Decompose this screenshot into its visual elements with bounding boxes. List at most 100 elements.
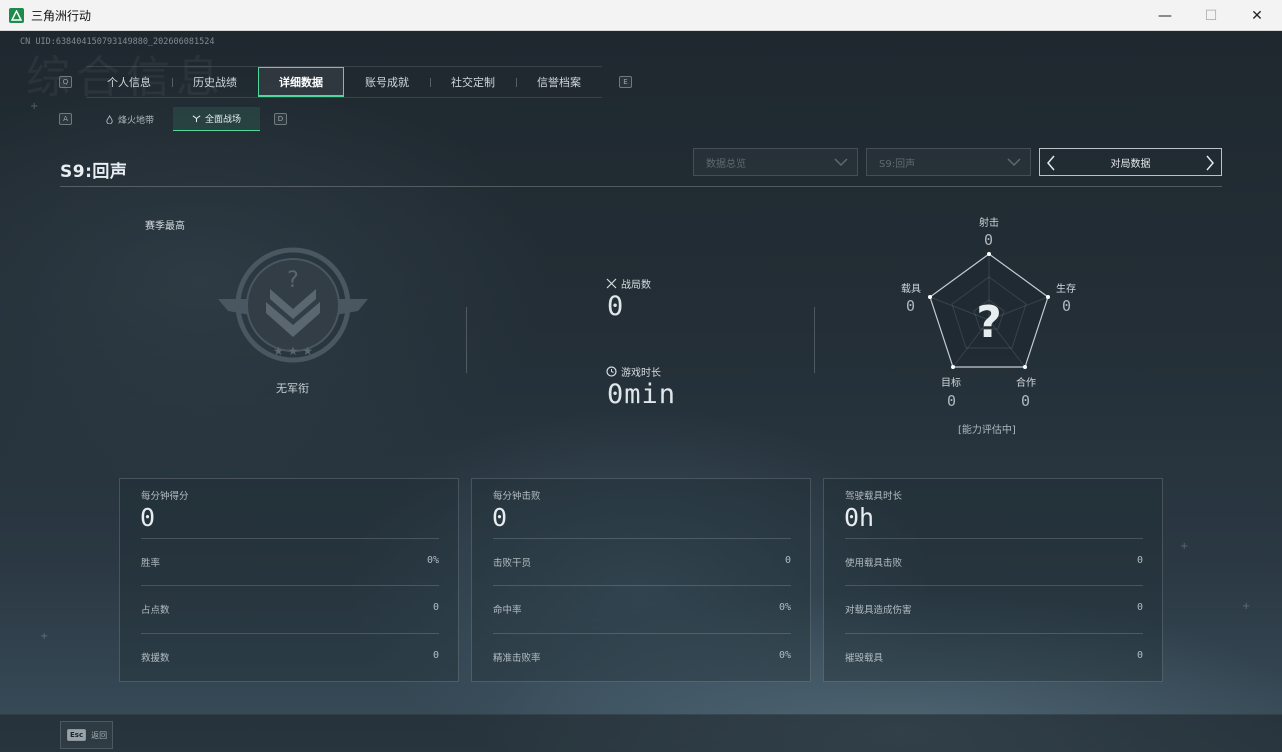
- rank-name: 无军衔: [276, 382, 309, 395]
- stat-value: 0: [1136, 650, 1143, 661]
- stat-row: 占点数 0: [141, 585, 439, 632]
- window-title: 三角洲行动: [31, 9, 92, 23]
- chevron-down-icon: [1007, 158, 1021, 167]
- stat-label: 占点数: [141, 605, 170, 616]
- divider: [466, 307, 467, 373]
- stat-value: 0%: [778, 650, 791, 661]
- radar-axis-label: 射击: [979, 218, 999, 229]
- crosshair-icon: [192, 115, 201, 123]
- key-hint-prev-subtab: A: [59, 113, 72, 125]
- stat-value: 0%: [778, 602, 791, 613]
- season-dropdown[interactable]: S9:回声: [866, 148, 1031, 176]
- rank-emblem-icon: ? ★ ★ ★: [218, 247, 368, 363]
- game-viewport: 综合信息 CN UID:6384041507931498​80_20260608…: [0, 31, 1282, 752]
- stat-row: 胜率 0%: [141, 538, 439, 585]
- svg-text:?: ?: [287, 268, 299, 293]
- maximize-button[interactable]: ☐: [1188, 0, 1234, 31]
- subtab-label: 全面战场: [204, 115, 241, 125]
- stat-row: 救援数 0: [141, 633, 439, 680]
- stat-value: 0: [1136, 555, 1143, 566]
- stat-value: 0: [784, 555, 791, 566]
- panel-title: 每分钟击败: [493, 491, 541, 502]
- stat-value: 0: [1136, 602, 1143, 613]
- stat-label: 精准击败率: [493, 653, 541, 664]
- app-logo-icon: [9, 8, 24, 23]
- key-hint-next-tab: E: [619, 76, 632, 88]
- dropdown-value: S9:回声: [879, 158, 916, 170]
- tab-match-history[interactable]: 历史战绩: [172, 67, 258, 97]
- panel-title: 驾驶载具时长: [845, 491, 903, 502]
- matches-label: 战局数: [621, 280, 651, 291]
- divider: [60, 186, 1222, 187]
- season-best-heading: 赛季最高: [145, 221, 185, 232]
- score-stats-panel: 每分钟得分 0 胜率 0% 占点数 0 救援数 0: [119, 478, 459, 682]
- stat-row: 精准击败率 0%: [493, 633, 791, 680]
- bottom-bar: Esc 返回: [0, 714, 1282, 752]
- vehicle-stats-panel: 驾驶载具时长 0h 使用载具击败 0 对载具造成伤害 0 摧毁载具 0: [823, 478, 1163, 682]
- subtab-label: 烽火地带: [117, 115, 154, 126]
- stat-row: 摧毁载具 0: [845, 633, 1143, 680]
- season-title: S9:回声: [60, 162, 128, 182]
- stat-row: 对载具造成伤害 0: [845, 585, 1143, 632]
- combat-stats-panel: 每分钟击败 0 击败干员 0 命中率 0% 精准击败率 0%: [471, 478, 811, 682]
- chevron-left-icon[interactable]: [1046, 155, 1056, 171]
- radar-axis-value: 0: [947, 392, 957, 410]
- tab-detailed-data[interactable]: 详细数据: [258, 67, 344, 97]
- key-hint-prev-tab: Q: [59, 76, 72, 88]
- chevron-down-icon: [834, 158, 848, 167]
- minimize-button[interactable]: —: [1142, 0, 1188, 31]
- decor-cross-icon: +: [30, 101, 39, 112]
- radar-axis-value: 0: [984, 231, 994, 249]
- tab-credit-record[interactable]: 信誉档案: [516, 67, 602, 97]
- radar-axis-label: 生存: [1056, 284, 1076, 295]
- back-button[interactable]: Esc 返回: [60, 721, 113, 749]
- matches-value: 0: [607, 291, 625, 322]
- stat-label: 救援数: [141, 653, 170, 664]
- stat-label: 使用载具击败: [845, 558, 903, 569]
- matches-stat-label: 战局数: [606, 276, 651, 291]
- stat-label: 摧毁载具: [845, 653, 884, 664]
- playtime-stat-label: 游戏时长: [606, 364, 661, 379]
- stat-row: 命中率 0%: [493, 585, 791, 632]
- match-data-selector: 对局数据: [1039, 148, 1222, 176]
- decor-cross-icon: +: [1242, 601, 1251, 612]
- panel-title: 每分钟得分: [141, 491, 189, 502]
- subtab-full-battlefield[interactable]: 全面战场: [173, 107, 260, 131]
- stat-label: 命中率: [493, 605, 522, 616]
- tab-personal-info[interactable]: 个人信息: [86, 67, 172, 97]
- playtime-label: 游戏时长: [621, 368, 661, 379]
- playtime-value: 0min: [607, 379, 677, 410]
- radar-status: [能力评估中]: [958, 425, 1016, 436]
- decor-cross-icon: +: [40, 631, 49, 642]
- back-label: 返回: [91, 730, 108, 740]
- stat-label: 击败干员: [493, 558, 532, 569]
- tab-achievements[interactable]: 账号成就: [344, 67, 430, 97]
- tab-social[interactable]: 社交定制: [430, 67, 516, 97]
- radar-axis-value: 0: [906, 297, 916, 315]
- clock-icon: [606, 366, 617, 377]
- radar-axis-value: 0: [1062, 297, 1072, 315]
- dropdown-value: 数据总览: [706, 158, 746, 170]
- window-titlebar: 三角洲行动 — ☐ ✕: [0, 0, 1282, 31]
- panel-main-value: 0: [140, 503, 156, 532]
- main-tabs: 个人信息 历史战绩 详细数据 账号成就 社交定制 信誉档案: [86, 66, 602, 98]
- panel-main-value: 0: [492, 503, 508, 532]
- stat-row: 击败干员 0: [493, 538, 791, 585]
- data-overview-dropdown[interactable]: 数据总览: [693, 148, 858, 176]
- stat-label: 对载具造成伤害: [845, 605, 912, 616]
- flame-icon: [106, 114, 113, 124]
- radar-axis-label: 载具: [901, 284, 921, 295]
- subtab-hazard-zone[interactable]: 烽火地带: [86, 107, 173, 131]
- stat-value: 0: [432, 602, 439, 613]
- mode-tabs: 烽火地带 全面战场: [86, 107, 260, 131]
- crossed-swords-icon: [606, 278, 617, 289]
- chevron-right-icon[interactable]: [1205, 155, 1215, 171]
- stat-value: 0: [432, 650, 439, 661]
- stat-row: 使用载具击败 0: [845, 538, 1143, 585]
- radar-axis-label: 目标: [941, 378, 961, 389]
- close-button[interactable]: ✕: [1234, 0, 1280, 31]
- radar-axis-label: 合作: [1016, 378, 1036, 389]
- player-uid: CN UID:6384041507931498​80_202606081524: [20, 37, 215, 47]
- match-data-label: 对局数据: [1110, 158, 1151, 170]
- stat-value: 0%: [426, 555, 439, 566]
